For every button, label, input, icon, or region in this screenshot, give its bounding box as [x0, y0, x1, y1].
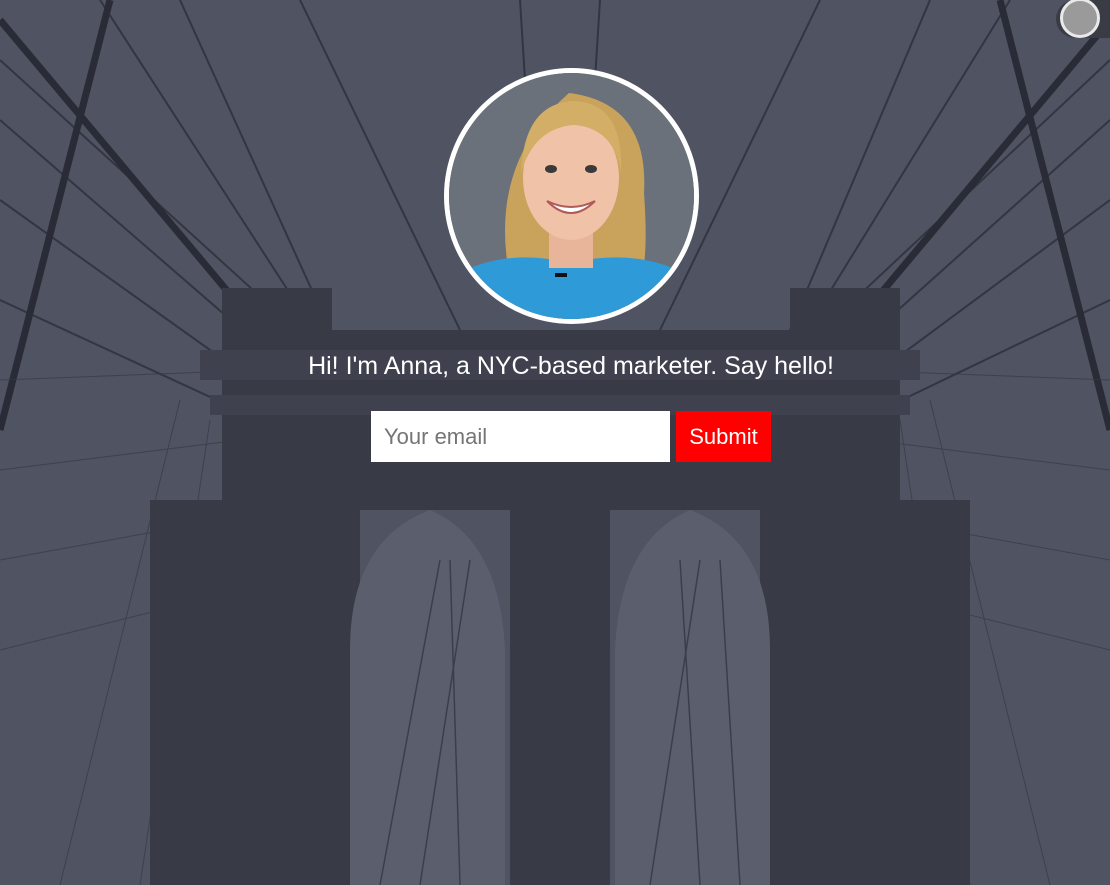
submit-button[interactable]: Submit	[676, 411, 771, 462]
signup-form: Submit	[371, 411, 771, 462]
profile-avatar	[444, 68, 699, 324]
email-input[interactable]	[371, 411, 670, 462]
toggle-switch[interactable]	[1056, 0, 1110, 38]
toggle-switch-icon	[1060, 0, 1100, 38]
profile-photo	[449, 73, 694, 319]
landing-page: Hi! I'm Anna, a NYC-based marketer. Say …	[0, 0, 1110, 885]
greeting-text: Hi! I'm Anna, a NYC-based marketer. Say …	[308, 352, 834, 380]
